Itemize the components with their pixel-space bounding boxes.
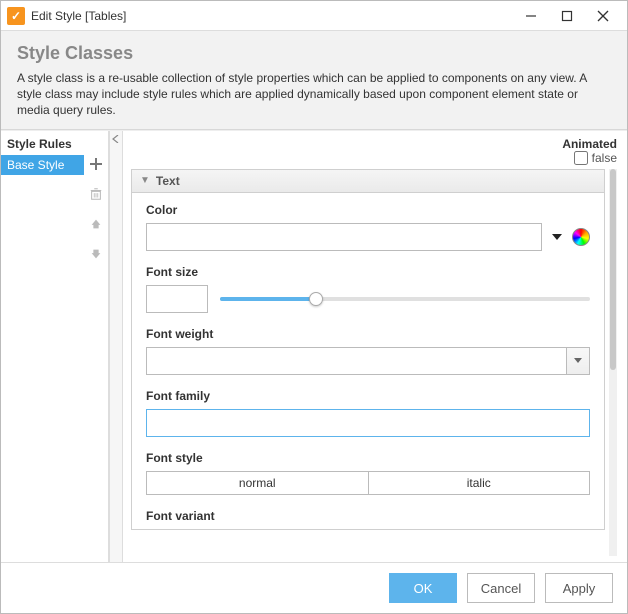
cancel-button[interactable]: Cancel <box>467 573 535 603</box>
header-description: A style class is a re-usable collection … <box>17 70 611 119</box>
move-up-button[interactable] <box>87 215 105 233</box>
dialog-window: ✓ Edit Style [Tables] Style Classes A st… <box>0 0 628 614</box>
slider-thumb[interactable] <box>309 292 323 306</box>
font-weight-dropdown-button[interactable] <box>566 347 590 375</box>
color-dropdown-button[interactable] <box>550 230 564 244</box>
header-heading: Style Classes <box>17 43 611 64</box>
move-down-button[interactable] <box>87 245 105 263</box>
font-family-input[interactable] <box>146 409 590 437</box>
animated-value: false <box>592 151 617 165</box>
minimize-button[interactable] <box>513 2 549 30</box>
sidebar-actions <box>84 131 108 562</box>
add-rule-button[interactable] <box>87 155 105 173</box>
font-size-label: Font size <box>146 265 590 279</box>
scrollbar-thumb[interactable] <box>610 169 616 370</box>
font-weight-input[interactable] <box>146 347 566 375</box>
animated-checkbox[interactable]: false <box>574 151 617 165</box>
font-style-toggle[interactable]: normal italic <box>146 471 590 495</box>
animated-label: Animated <box>562 137 617 151</box>
font-style-italic[interactable]: italic <box>368 472 590 494</box>
properties-panel: Animated false ▼ Text <box>123 131 627 562</box>
scrollbar[interactable] <box>609 169 617 556</box>
collapse-icon: ▼ <box>140 175 150 186</box>
font-weight-label: Font weight <box>146 327 590 341</box>
font-variant-label: Font variant <box>146 509 590 523</box>
titlebar: ✓ Edit Style [Tables] <box>1 1 627 31</box>
color-picker-icon[interactable] <box>572 228 590 246</box>
apply-button[interactable]: Apply <box>545 573 613 603</box>
font-weight-combo[interactable] <box>146 347 590 375</box>
rule-item[interactable]: Base Style <box>1 155 84 175</box>
app-icon: ✓ <box>7 7 25 25</box>
window-title: Edit Style [Tables] <box>31 9 126 23</box>
footer: OK Cancel Apply <box>1 562 627 613</box>
animated-row: Animated false <box>131 137 617 165</box>
color-input[interactable] <box>146 223 542 251</box>
font-style-label: Font style <box>146 451 590 465</box>
panel-splitter[interactable] <box>109 131 123 562</box>
text-section: ▼ Text Color <box>131 169 605 530</box>
animated-checkbox-input[interactable] <box>574 151 588 165</box>
color-label: Color <box>146 203 590 217</box>
font-size-slider[interactable] <box>220 289 590 309</box>
ok-button[interactable]: OK <box>389 573 457 603</box>
font-family-label: Font family <box>146 389 590 403</box>
maximize-button[interactable] <box>549 2 585 30</box>
header: Style Classes A style class is a re-usab… <box>1 31 627 130</box>
delete-rule-button[interactable] <box>87 185 105 203</box>
section-title: Text <box>156 174 180 188</box>
text-section-header[interactable]: ▼ Text <box>132 170 604 193</box>
font-style-normal[interactable]: normal <box>147 472 368 494</box>
close-button[interactable] <box>585 2 621 30</box>
font-size-input[interactable] <box>146 285 208 313</box>
sidebar-label: Style Rules <box>1 131 84 155</box>
rule-list[interactable]: Base Style <box>1 155 84 562</box>
body: Style Rules Base Style Animated <box>1 130 627 562</box>
sidebar: Style Rules Base Style <box>1 131 109 562</box>
